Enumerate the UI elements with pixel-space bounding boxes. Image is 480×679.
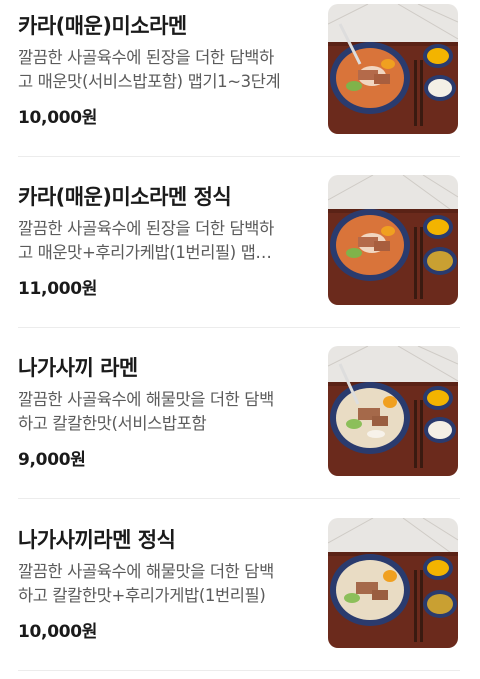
menu-item-title: 카라(매운)미소라멘 정식 (18, 185, 232, 209)
menu-item-description: 깔끔한 사골육수에 해물맛을 더한 담백 하고 칼칼한맛+후리가게밥(1번리필) (18, 560, 313, 608)
nagasaki-ramen-set-photo (328, 518, 458, 648)
menu-item-description: 깔끔한 사골육수에 된장을 더한 담백하 고 매운맛(서비스밥포함) 맵기1~3… (18, 46, 313, 94)
description-line: 하고 칼칼한맛(서비스밥포함 (18, 414, 207, 433)
menu-item-nagasaki-ramen-set[interactable]: 나가사끼라멘 정식 깔끔한 사골육수에 해물맛을 더한 담백 하고 칼칼한맛+후… (18, 514, 460, 648)
menu-item-spicy-miso-ramen-set[interactable]: 카라(매운)미소라멘 정식 깔끔한 사골육수에 된장을 더한 담백하 고 매운맛… (18, 171, 460, 305)
menu-item-price: 11,000원 (18, 279, 98, 299)
menu-item-title: 카라(매운)미소라멘 (18, 14, 187, 38)
menu-item-title: 나가사끼 라멘 (18, 356, 138, 380)
menu-item-photo[interactable] (328, 518, 458, 648)
spicy-miso-ramen-set-photo (328, 175, 458, 305)
menu-item-description: 깔끔한 사골육수에 된장을 더한 담백하 고 매운맛+후리가케밥(1번리필) 맵… (18, 217, 313, 265)
description-line: 깔끔한 사골육수에 된장을 더한 담백하 (18, 48, 274, 67)
menu-item-price: 10,000원 (18, 108, 98, 128)
description-line: 하고 칼칼한맛+후리가게밥(1번리필) (18, 586, 266, 605)
description-line: 고 매운맛(서비스밥포함) 맵기1~3단계 (18, 72, 281, 91)
menu-item-photo[interactable] (328, 175, 458, 305)
description-line: 깔끔한 사골육수에 된장을 더한 담백하 (18, 219, 274, 238)
description-line: 깔끔한 사골육수에 해물맛을 더한 담백 (18, 562, 274, 581)
menu-item-spicy-miso-ramen[interactable]: 카라(매운)미소라멘 깔끔한 사골육수에 된장을 더한 담백하 고 매운맛(서비… (18, 0, 460, 134)
menu-item-photo[interactable] (328, 346, 458, 476)
menu-list: 카라(매운)미소라멘 깔끔한 사골육수에 된장을 더한 담백하 고 매운맛(서비… (0, 0, 480, 679)
menu-item-nagasaki-ramen[interactable]: 나가사끼 라멘 깔끔한 사골육수에 해물맛을 더한 담백 하고 칼칼한맛(서비스… (18, 342, 460, 476)
divider (18, 498, 460, 499)
spicy-miso-ramen-photo (328, 4, 458, 134)
menu-item-title: 나가사끼라멘 정식 (18, 528, 176, 552)
menu-item-price: 10,000원 (18, 622, 98, 642)
menu-item-price: 9,000원 (18, 450, 86, 470)
menu-item-photo[interactable] (328, 4, 458, 134)
divider (18, 327, 460, 328)
divider (18, 156, 460, 157)
nagasaki-ramen-photo (328, 346, 458, 476)
description-line: 고 매운맛+후리가케밥(1번리필) 맵… (18, 243, 272, 262)
divider (18, 670, 460, 671)
menu-item-description: 깔끔한 사골육수에 해물맛을 더한 담백 하고 칼칼한맛(서비스밥포함 (18, 388, 313, 436)
description-line: 깔끔한 사골육수에 해물맛을 더한 담백 (18, 390, 274, 409)
